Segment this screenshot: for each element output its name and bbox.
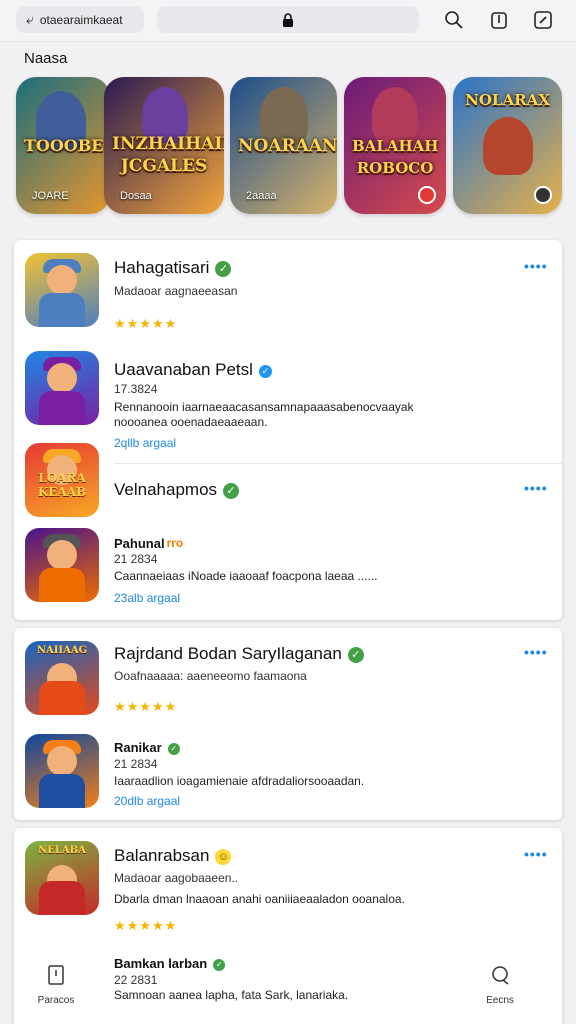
- banner-subtitle: 2aaaa: [246, 190, 277, 202]
- app-name[interactable]: Ranikar ✓: [114, 740, 180, 755]
- banner-tile[interactable]: NOLARAX: [453, 77, 562, 214]
- app-icon[interactable]: NAIIAAG: [25, 641, 99, 715]
- bottom-nav-label: Paracos: [37, 995, 75, 1006]
- tab-url-text: otaearaimkaeat: [39, 12, 123, 27]
- banner-tile[interactable]: INZHAIHAIN JCGALES Dosaa: [104, 77, 224, 214]
- more-options-icon[interactable]: ••••: [524, 258, 548, 274]
- app-icon[interactable]: NELABA: [25, 841, 99, 915]
- banner-title: NOARAAN: [238, 136, 337, 156]
- rating-stars: ★★★★★: [114, 316, 178, 331]
- description-line: Rennanooin iaarnaeaacasansamnapaaasabeno…: [114, 400, 414, 414]
- app-description: Dbarla dman lnaaoan anahi oaniiiaeaalado…: [114, 892, 405, 906]
- more-options-icon[interactable]: ••••: [524, 846, 548, 862]
- app-subtitle: 21 2834: [114, 757, 158, 771]
- bottom-nav-left[interactable]: Paracos: [30, 964, 82, 1006]
- bottom-nav-label: Eecns: [486, 995, 514, 1006]
- app-link[interactable]: 20dlb argaal: [114, 794, 180, 808]
- banner-subtitle: JOARE: [32, 190, 69, 202]
- banner-title: TOOOBE: [24, 136, 104, 155]
- app-subtitle: 21 2834: [114, 552, 158, 566]
- banner-title: NOLARAX: [465, 91, 550, 109]
- bottom-nav-right[interactable]: Eecns: [474, 964, 526, 1006]
- more-options-icon[interactable]: ••••: [524, 480, 548, 496]
- app-icon-logo: NAIIAAG: [36, 645, 88, 656]
- rating-stars: ★★★★★: [114, 918, 178, 933]
- verified-badge: rro: [166, 536, 184, 550]
- divider: [114, 463, 562, 464]
- browser-toolbar: ⤶ otaearaimkaeat: [0, 0, 576, 42]
- share-icon[interactable]: [487, 8, 511, 32]
- banner-subtitle: Dosaa: [120, 190, 152, 202]
- verified-icon: ☺: [215, 849, 232, 865]
- banner-title: INZHAIHAIN JCGALES: [112, 134, 224, 176]
- app-icon-logo: NELABA: [38, 845, 86, 856]
- app-subtitle: Madaoar aagobaaeen..: [114, 871, 239, 885]
- app-name[interactable]: Velnahapmos ✓: [114, 480, 240, 500]
- app-subtitle: 17.3824: [114, 382, 158, 396]
- banner-title: BALAHAH ROBOCO: [352, 137, 439, 177]
- app-description: Caannaeiaas iNoade iaaoaaf foacpona laea…: [114, 569, 378, 583]
- app-subtitle: 22 2831: [114, 973, 158, 987]
- app-list-card: NAIIAAG Rajrdand Bodan SaryIlaganan ✓ •••…: [14, 628, 562, 820]
- app-description: Iaaraadlion ioagamienaie afdradaliorsooa…: [114, 774, 365, 788]
- app-link[interactable]: 2qllb argaal: [114, 436, 176, 450]
- verified-icon: ✓: [213, 959, 226, 971]
- section-title: Naasa: [24, 50, 68, 67]
- notification-badge: [534, 186, 552, 204]
- verified-icon: ✓: [167, 743, 180, 755]
- back-arrow-icon[interactable]: ⤶: [26, 11, 34, 28]
- app-name[interactable]: Pahunal rro: [114, 535, 183, 551]
- banner-tile[interactable]: NOARAAN 2aaaa: [230, 77, 337, 214]
- lock-icon: [283, 12, 293, 27]
- address-bar[interactable]: [157, 6, 419, 33]
- app-icon[interactable]: [25, 351, 99, 425]
- document-icon: [48, 965, 64, 985]
- verified-icon: ✓: [215, 261, 232, 277]
- more-options-icon[interactable]: ••••: [524, 644, 548, 660]
- edit-icon[interactable]: [531, 8, 555, 32]
- app-name[interactable]: Balanrabsan ☺: [114, 846, 232, 866]
- tab-pill[interactable]: ⤶ otaearaimkaeat: [16, 6, 144, 33]
- app-icon[interactable]: [25, 253, 99, 327]
- verified-icon: ✓: [258, 365, 272, 378]
- app-description: Samnoan aanea lapha, fata Sark, lanariak…: [114, 988, 349, 1002]
- app-link[interactable]: 23alb argaal: [114, 591, 180, 605]
- banner-tile[interactable]: TOOOBE JOARE: [16, 77, 110, 214]
- search-icon[interactable]: [442, 8, 466, 32]
- banner-tile[interactable]: BALAHAH ROBOCO: [344, 77, 446, 214]
- character-figure: [483, 117, 533, 175]
- rating-stars: ★★★★★: [114, 699, 178, 714]
- search-icon: [492, 966, 509, 985]
- app-list-card: Hahagatisari ✓ •••• Madaoar aagnaeeasan ★…: [14, 240, 562, 620]
- app-name[interactable]: Hahagatisari ✓: [114, 258, 232, 278]
- app-name[interactable]: Bamkan larban ✓: [114, 956, 226, 971]
- verified-icon: ✓: [347, 647, 364, 663]
- app-icon[interactable]: [25, 528, 99, 602]
- app-description: Rennanooin iaarnaeaacasansamnapaaasabeno…: [114, 400, 414, 430]
- notification-badge: [418, 186, 436, 204]
- app-icon[interactable]: [25, 734, 99, 808]
- verified-icon: ✓: [223, 483, 240, 499]
- app-icon[interactable]: LOARA KEAAB: [25, 443, 99, 517]
- app-icon-logo: LOARA KEAAB: [37, 471, 87, 499]
- app-name[interactable]: Rajrdand Bodan SaryIlaganan ✓: [114, 644, 364, 664]
- app-subtitle: Madaoar aagnaeeasan: [114, 284, 238, 298]
- app-name[interactable]: Uaavanaban Petsl ✓: [114, 360, 272, 380]
- description-line: noooanea ooenadaeaaeaan.: [114, 415, 268, 429]
- app-subtitle: Ooafnaaaaa: aaeneeomo faamaona: [114, 669, 307, 683]
